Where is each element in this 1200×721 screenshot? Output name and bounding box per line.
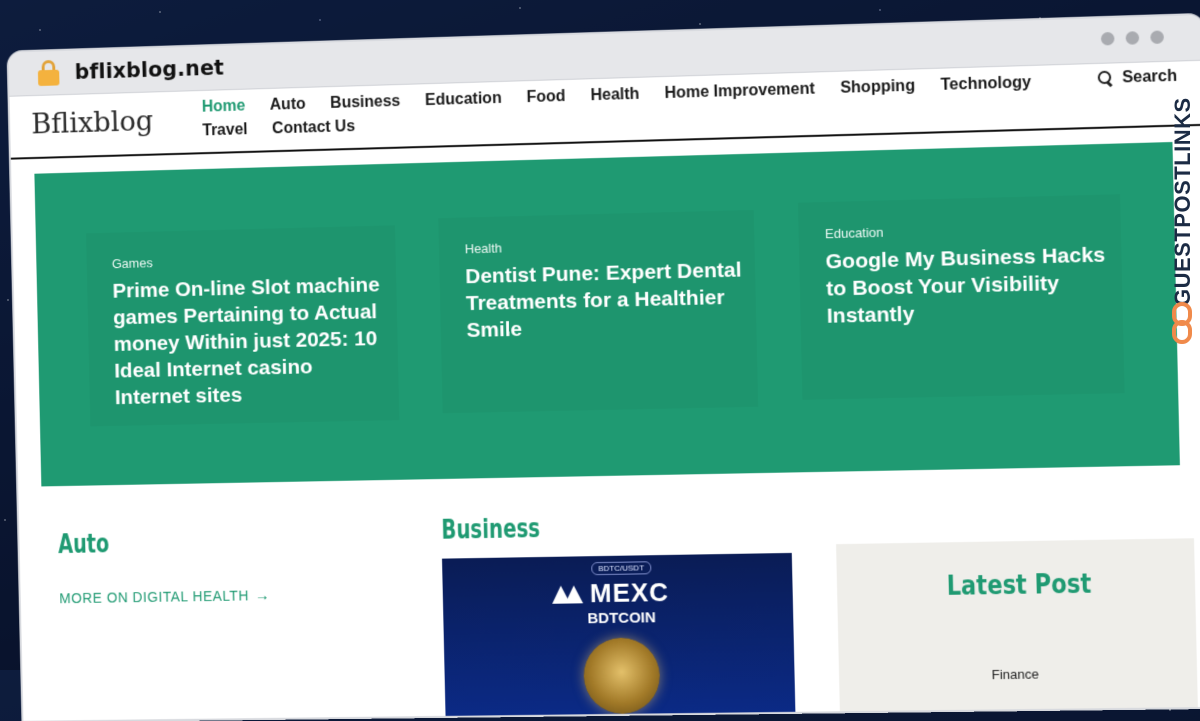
nav-item-shopping[interactable]: Shopping: [840, 78, 915, 98]
nav-item-education[interactable]: Education: [425, 90, 502, 110]
nav-item-auto[interactable]: Auto: [270, 96, 306, 115]
auto-section-title: Auto: [57, 528, 110, 560]
arrow-right-icon: →: [254, 587, 271, 605]
business-post-image[interactable]: BDTC/USDT MEXC BDTCOIN: [442, 552, 796, 718]
nav-item-food[interactable]: Food: [526, 88, 565, 107]
browser-window: bflixblog.net Bflixblog Home Auto Busine…: [8, 14, 1200, 721]
nav-item-business[interactable]: Business: [330, 93, 400, 113]
coin-icon: [582, 637, 661, 715]
pair-badge: BDTC/USDT: [591, 561, 652, 576]
nav-item-health[interactable]: Health: [590, 86, 639, 105]
screenshot-frame: bflixblog.net Bflixblog Home Auto Busine…: [4, 0, 1200, 721]
brand-name: MEXC: [589, 576, 670, 609]
nav-item-home-improvement[interactable]: Home Improvement: [664, 81, 815, 104]
more-link[interactable]: MORE ON DIGITAL HEALTH →: [59, 587, 270, 607]
post-category[interactable]: Health: [465, 240, 503, 256]
window-controls: [1100, 30, 1164, 46]
latest-post-title: Latest Post: [946, 568, 1092, 602]
brand-logo: MEXC: [552, 577, 670, 610]
nav-item-technology[interactable]: Technology: [940, 74, 1031, 95]
guestpostlinks-watermark: GUESTPOSTLINKS: [1168, 58, 1200, 358]
window-dot-icon[interactable]: [1100, 31, 1115, 46]
latest-post-widget: Latest Post Finance: [836, 538, 1198, 716]
search-icon: [1097, 71, 1114, 88]
post-title[interactable]: Dentist Pune: Expert Dental Treatments f…: [465, 256, 752, 344]
post-category[interactable]: Finance: [991, 666, 1039, 682]
link-icon: [1172, 302, 1192, 346]
mexc-logo-icon: [552, 585, 584, 603]
business-section-title: Business: [441, 513, 541, 546]
url-text[interactable]: bflixblog.net: [74, 56, 224, 84]
nav-item-travel[interactable]: Travel: [202, 121, 248, 140]
search-button[interactable]: Search: [1097, 68, 1177, 89]
featured-card[interactable]: Health Dentist Pune: Expert Dental Treat…: [438, 210, 758, 413]
post-category[interactable]: Games: [112, 255, 153, 271]
lock-icon: [37, 59, 60, 87]
nav-item-home[interactable]: Home: [202, 98, 246, 117]
more-link-label: MORE ON DIGITAL HEALTH: [59, 587, 250, 607]
featured-card[interactable]: Education Google My Business Hacks to Bo…: [798, 194, 1125, 400]
coin-name: BDTCOIN: [587, 609, 656, 628]
featured-card[interactable]: Games Prime On-line Slot machine games P…: [86, 225, 399, 426]
post-category[interactable]: Education: [825, 225, 884, 242]
featured-posts: Games Prime On-line Slot machine games P…: [34, 141, 1180, 487]
post-title[interactable]: Google My Business Hacks to Boost Your V…: [825, 241, 1118, 330]
nav-item-contact-us[interactable]: Contact Us: [272, 118, 355, 138]
window-dot-icon[interactable]: [1125, 31, 1140, 45]
post-title[interactable]: Prime On-line Slot machine games Pertain…: [112, 271, 394, 411]
watermark-text: GUESTPOSTLINKS: [1170, 97, 1195, 306]
site-logo[interactable]: Bflixblog: [31, 104, 154, 140]
window-dot-icon[interactable]: [1150, 30, 1164, 45]
